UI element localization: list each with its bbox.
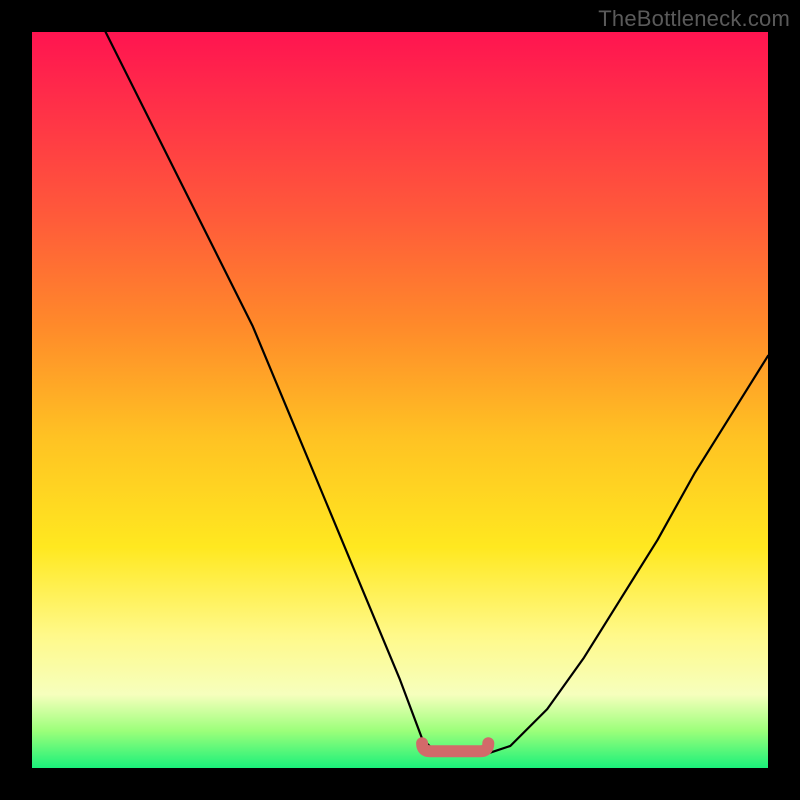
watermark-label: TheBottleneck.com xyxy=(598,6,790,32)
bottleneck-curve xyxy=(106,32,768,753)
chart-frame: TheBottleneck.com xyxy=(0,0,800,800)
minimum-marker xyxy=(422,743,488,751)
chart-svg xyxy=(32,32,768,768)
